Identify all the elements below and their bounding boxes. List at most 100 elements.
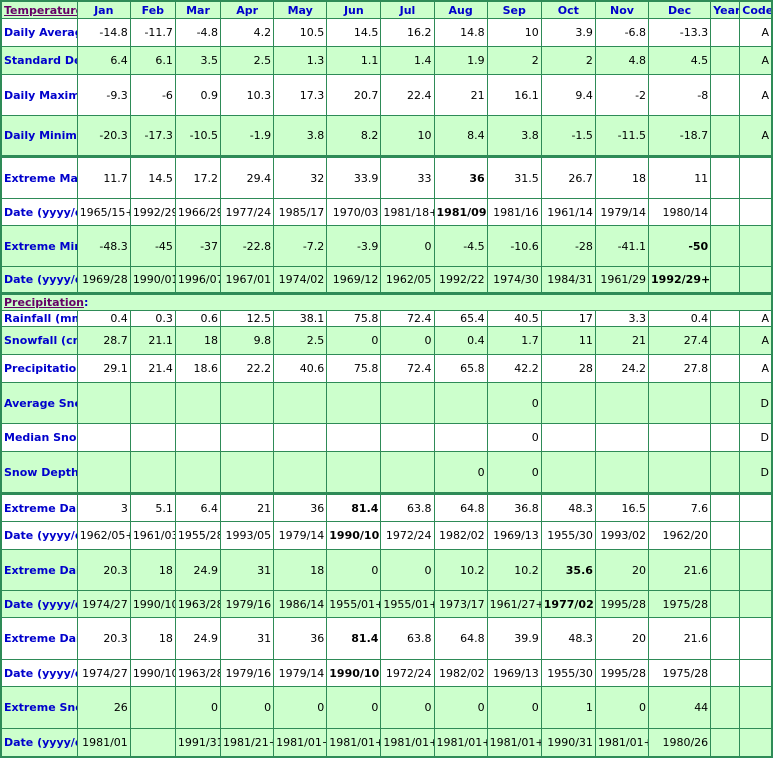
cell-jan: 0.4 xyxy=(76,310,131,327)
cell-oct: 1961/14 xyxy=(540,198,596,226)
cell-oct: 1955/30 xyxy=(540,659,596,687)
cell-code: D xyxy=(739,451,773,495)
cell-nov: 24.2 xyxy=(594,354,650,383)
row-label: Extreme Snow Depth (cm) xyxy=(0,686,78,729)
month-header-sep: Sep xyxy=(486,0,542,19)
row-label: Date (yyyy/dd) xyxy=(0,521,78,550)
cell-year xyxy=(710,423,741,452)
table-row-snowfall: Snowfall (cm)28.721.1189.82.5000.41.7112… xyxy=(0,326,773,355)
cell-jul: 10 xyxy=(380,115,435,158)
cell-year xyxy=(710,659,741,687)
cell-code xyxy=(739,590,773,618)
row-label: Date (yyyy/dd) xyxy=(0,266,78,294)
cell-mar xyxy=(174,382,222,424)
table-row-rainfall: Rainfall (mm)0.40.30.612.538.175.872.465… xyxy=(0,310,773,327)
cell-jun: 1981/01+ xyxy=(326,728,382,757)
cell-feb: 1961/03 xyxy=(129,521,176,550)
cell-feb: 0.3 xyxy=(129,310,176,327)
cell-may: 1979/14 xyxy=(273,659,328,687)
cell-feb: -17.3 xyxy=(129,115,176,158)
cell-aug: 0 xyxy=(433,686,488,729)
cell-jul: 0 xyxy=(380,686,435,729)
cell-feb: 14.5 xyxy=(129,156,176,199)
cell-mar: 24.9 xyxy=(174,549,222,591)
cell-nov: -2 xyxy=(594,74,650,116)
cell-oct xyxy=(540,382,596,424)
table-row-daily-minimum: Daily Minimum (°C)-20.3-17.3-10.5-1.93.8… xyxy=(0,115,773,158)
cell-mar: 3.5 xyxy=(174,46,222,75)
cell-jun: 1990/10 xyxy=(326,659,382,687)
cell-sep: 1974/30 xyxy=(486,266,542,294)
cell-jul xyxy=(380,423,435,452)
month-header-jul: Jul xyxy=(380,0,435,19)
cell-may: 36 xyxy=(273,617,328,660)
row-label: Date (yyyy/dd) xyxy=(0,659,78,687)
cell-code xyxy=(739,659,773,687)
cell-jan: 29.1 xyxy=(76,354,131,383)
cell-sep: 3.8 xyxy=(486,115,542,158)
cell-apr: 10.3 xyxy=(220,74,275,116)
code-header: Code xyxy=(739,0,773,19)
cell-mar: 0.6 xyxy=(174,310,222,327)
cell-jan xyxy=(76,423,131,452)
precipitation-section: Rainfall (mm)0.40.30.612.538.175.872.465… xyxy=(0,310,773,757)
cell-oct: 1955/30 xyxy=(540,521,596,550)
cell-feb xyxy=(129,728,176,757)
cell-mar: 1966/29 xyxy=(174,198,222,226)
table-row-date: Date (yyyy/dd)1962/05+1961/031955/281993… xyxy=(0,521,773,550)
cell-mar: 0.9 xyxy=(174,74,222,116)
cell-jan: 1974/27 xyxy=(76,590,131,618)
cell-feb: 5.1 xyxy=(129,493,176,522)
cell-nov: 1995/28 xyxy=(594,659,650,687)
precipitation-link[interactable]: Precipitation xyxy=(4,297,84,310)
cell-mar: 1996/07 xyxy=(174,266,222,294)
cell-sep: 1981/16 xyxy=(486,198,542,226)
cell-dec xyxy=(648,423,712,452)
cell-may: 10.5 xyxy=(273,18,328,47)
row-label: Average Snow Depth (cm) xyxy=(0,382,78,424)
cell-apr xyxy=(220,423,275,452)
month-header-nov: Nov xyxy=(594,0,650,19)
cell-mar: -4.8 xyxy=(174,18,222,47)
cell-sep: 1.7 xyxy=(486,326,542,355)
cell-mar: 1963/28 xyxy=(174,659,222,687)
cell-apr: 21 xyxy=(220,493,275,522)
cell-dec: -50 xyxy=(648,225,712,267)
cell-code xyxy=(739,686,773,729)
cell-code: A xyxy=(739,18,773,47)
cell-sep: 42.2 xyxy=(486,354,542,383)
table-row-standard-deviation: Standard Deviation6.46.13.52.51.31.11.41… xyxy=(0,46,773,75)
cell-jul: 1981/18+ xyxy=(380,198,435,226)
cell-code: A xyxy=(739,74,773,116)
cell-feb: 21.4 xyxy=(129,354,176,383)
cell-may: 1979/14 xyxy=(273,521,328,550)
cell-jan: 28.7 xyxy=(76,326,131,355)
cell-sep: 10 xyxy=(486,18,542,47)
cell-may: 1985/17 xyxy=(273,198,328,226)
cell-apr: 22.2 xyxy=(220,354,275,383)
cell-year xyxy=(710,198,741,226)
temperature-link[interactable]: Temperature xyxy=(4,4,76,17)
cell-year xyxy=(710,549,741,591)
cell-sep: 1961/27+ xyxy=(486,590,542,618)
table-row-date: Date (yyyy/dd)1974/271990/101963/281979/… xyxy=(0,659,773,687)
cell-code xyxy=(739,266,773,294)
cell-jul: 1981/01+ xyxy=(380,728,435,757)
cell-code xyxy=(739,728,773,757)
cell-jun: -3.9 xyxy=(326,225,382,267)
cell-oct: 17 xyxy=(540,310,596,327)
cell-oct xyxy=(540,451,596,495)
cell-apr: -1.9 xyxy=(220,115,275,158)
cell-dec: 4.5 xyxy=(648,46,712,75)
cell-may: 36 xyxy=(273,493,328,522)
precipitation-header-row: Precipitation: xyxy=(0,292,773,311)
cell-aug: 0 xyxy=(433,451,488,495)
cell-feb: 1990/10 xyxy=(129,659,176,687)
header-row: Temperature: Jan Feb Mar Apr May Jun Jul… xyxy=(0,0,773,19)
cell-jan: 26 xyxy=(76,686,131,729)
cell-dec: 1980/14 xyxy=(648,198,712,226)
cell-jun: 75.8 xyxy=(326,310,382,327)
cell-year xyxy=(710,115,741,158)
table-row-daily-maximum: Daily Maximum (°C)-9.3-60.910.317.320.72… xyxy=(0,74,773,116)
cell-nov: -41.1 xyxy=(594,225,650,267)
